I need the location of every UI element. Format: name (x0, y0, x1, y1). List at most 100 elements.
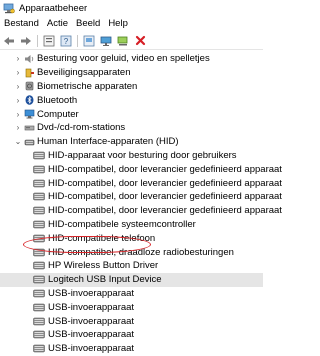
computer-icon (24, 109, 35, 119)
hid-category-icon (24, 139, 35, 145)
keyboard-icon (33, 165, 45, 174)
tree-item-hid-child[interactable]: HID-compatibele telefoon (0, 231, 263, 245)
menu-actie[interactable]: Actie (44, 18, 73, 29)
scan-icon (117, 36, 128, 45)
tree-item-label: Computer (37, 108, 79, 120)
tree-item-dvd-cd-rom[interactable]: › Dvd-/cd-rom-stations (0, 121, 263, 135)
tree-item-logitech-usb-input-device[interactable]: Logitech USB Input Device (0, 272, 263, 287)
tree-item-label: USB-invoerapparaat (48, 329, 135, 341)
properties-icon (43, 35, 55, 46)
tree-item-hid-child[interactable]: USB-invoerapparaat (0, 328, 263, 342)
keyboard-icon (33, 344, 45, 353)
uninstall-button[interactable] (133, 34, 147, 48)
chevron-right-icon[interactable]: › (14, 123, 22, 132)
menu-bar: Bestand Actie Beeld Help (0, 16, 263, 30)
tree-item-label: Beveiligingsapparaten (37, 67, 131, 79)
keyboard-icon (33, 234, 45, 242)
tree-item-label: Bluetooth (37, 94, 78, 106)
chevron-right-icon[interactable]: › (14, 82, 22, 91)
svg-text:?: ? (64, 37, 69, 46)
tree-item-label: HID-compatibel, door leverancier gedefin… (48, 205, 282, 217)
help-button[interactable]: ? (59, 34, 73, 48)
tree-item-label: HID-compatibele systeemcontroller (48, 218, 196, 230)
properties-button[interactable] (42, 34, 56, 48)
menu-beeld[interactable]: Beeld (73, 18, 105, 29)
tree-item-hid-child[interactable]: USB-invoerapparaat (0, 287, 263, 301)
tree-item-label: USB-invoerapparaat (48, 287, 135, 299)
tree-item-hid[interactable]: ⌄ Human Interface-apparaten (HID) (0, 135, 263, 149)
tree-item-security-devices[interactable]: › Beveiligingsapparaten (0, 66, 263, 80)
chevron-down-icon[interactable]: ⌄ (14, 137, 22, 146)
tree-item-hid-child[interactable]: USB-invoerapparaat (0, 300, 263, 314)
toolbar: ? (0, 32, 263, 50)
dvd-icon (24, 125, 35, 131)
chevron-right-icon[interactable]: › (14, 54, 22, 63)
tree-item-hid-child[interactable]: HID-compatibel, door leverancier gedefin… (0, 204, 282, 218)
keyboard-icon (33, 206, 45, 215)
keyboard-icon (33, 151, 45, 160)
device-tree: › Besturing voor geluid, video en spelle… (0, 52, 282, 356)
keyboard-icon (33, 179, 45, 187)
chevron-right-icon[interactable]: › (14, 110, 22, 119)
chevron-right-icon[interactable]: › (14, 68, 22, 77)
tree-item-hid-child[interactable]: USB-invoerapparaat (0, 342, 263, 356)
tree-item-label: HID-apparaat voor besturing door gebruik… (48, 149, 237, 161)
forward-icon (21, 36, 31, 45)
menu-help[interactable]: Help (105, 18, 133, 29)
tree-item-label: USB-invoerapparaat (48, 315, 135, 327)
tree-item-label: HID-compatibel, draadloze radiobesturing… (48, 246, 234, 258)
keyboard-icon (33, 317, 45, 325)
monitor-icon (100, 36, 112, 46)
back-icon (4, 36, 14, 45)
tree-item-hid-child[interactable]: HID-apparaat voor besturing door gebruik… (0, 149, 263, 163)
monitor-button[interactable] (99, 34, 113, 48)
scan-hardware-button[interactable] (116, 34, 130, 48)
device-manager-icon (3, 3, 15, 13)
tree-item-hid-child[interactable]: HID-compatibel, draadloze radiobesturing… (0, 245, 263, 259)
tree-item-hid-child[interactable]: USB-invoerapparaat (0, 314, 263, 328)
forward-button[interactable] (19, 34, 33, 48)
keyboard-icon (33, 248, 45, 256)
back-button[interactable] (2, 34, 16, 48)
toolbar-separator (37, 34, 38, 47)
tree-item-label: Besturing voor geluid, video en spelletj… (37, 53, 210, 65)
help-icon: ? (60, 35, 72, 46)
delete-icon (135, 35, 145, 46)
tree-item-label: USB-invoerapparaat (48, 343, 135, 355)
keyboard-icon (33, 289, 45, 298)
keyboard-icon (33, 275, 45, 284)
tree-item-hid-child[interactable]: HID-compatibel, door leverancier gedefin… (0, 162, 282, 176)
update-icon (83, 35, 95, 46)
tree-item-label: HID-compatibele telefoon (48, 232, 156, 244)
keyboard-icon (33, 262, 45, 270)
tree-item-label: HID-compatibel, door leverancier gedefin… (48, 177, 282, 189)
tree-item-label: HP Wireless Button Driver (48, 260, 159, 272)
tree-item-label: Human Interface-apparaten (HID) (37, 136, 179, 148)
keyboard-icon (33, 331, 45, 339)
toolbar-separator (77, 34, 78, 47)
window-title: Apparaatbeheer (19, 2, 88, 14)
speaker-icon (25, 54, 34, 63)
biometric-icon (25, 82, 34, 91)
tree-item-label: Logitech USB Input Device (48, 274, 162, 286)
tree-item-label: HID-compatibel, door leverancier gedefin… (48, 191, 282, 203)
tree-item-label: USB-invoerapparaat (48, 301, 135, 313)
tree-item-label: HID-compatibel, door leverancier gedefin… (48, 163, 282, 175)
tree-item-biometric-devices[interactable]: › Biometrische apparaten (0, 80, 263, 94)
keyboard-icon (33, 220, 45, 229)
menu-bestand[interactable]: Bestand (1, 18, 44, 29)
tree-item-sound-video-games[interactable]: › Besturing voor geluid, video en spelle… (0, 52, 263, 66)
tree-item-bluetooth[interactable]: › Bluetooth (0, 93, 263, 107)
tree-item-computer[interactable]: › Computer (0, 107, 263, 121)
tree-item-hid-child[interactable]: HID-compatibele systeemcontroller (0, 218, 263, 232)
tree-item-hid-child[interactable]: HID-compatibel, door leverancier gedefin… (0, 176, 282, 190)
keyboard-icon (33, 193, 45, 201)
security-key-icon (25, 68, 34, 77)
chevron-right-icon[interactable]: › (14, 96, 22, 105)
tree-item-hid-child[interactable]: HP Wireless Button Driver (0, 259, 263, 273)
keyboard-icon (33, 303, 45, 311)
tree-item-hid-child[interactable]: HID-compatibel, door leverancier gedefin… (0, 190, 282, 204)
title-bar: Apparaatbeheer (0, 0, 263, 16)
tree-item-label: Biometrische apparaten (37, 80, 138, 92)
update-driver-button[interactable] (82, 34, 96, 48)
